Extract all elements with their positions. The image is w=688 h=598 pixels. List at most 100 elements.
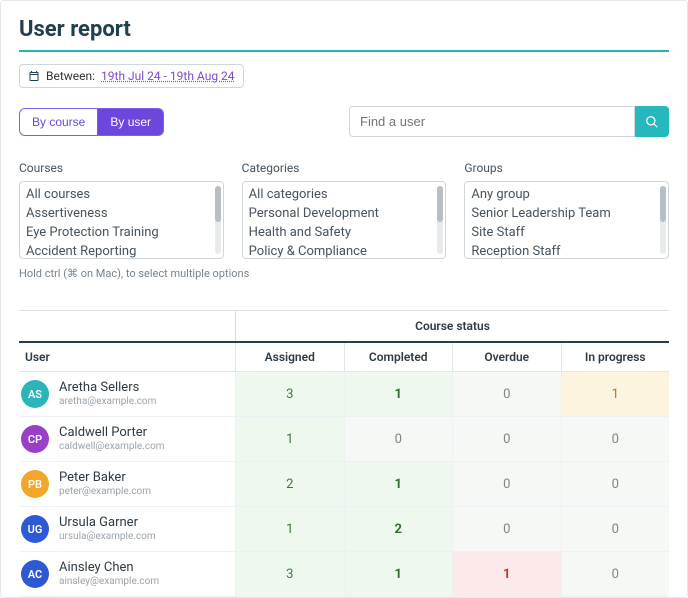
tab-by-user[interactable]: By user bbox=[98, 108, 164, 136]
filter-groups: Groups Any group Senior Leadership Team … bbox=[464, 161, 669, 259]
avatar: UG bbox=[21, 515, 49, 543]
user-cell: AS Aretha Sellersaretha@example.com bbox=[19, 372, 235, 416]
user-name: Ainsley Chen bbox=[59, 561, 159, 576]
avatar: CP bbox=[21, 425, 49, 453]
user-info: Caldwell Portercaldwell@example.com bbox=[59, 426, 165, 452]
user-name: Aretha Sellers bbox=[59, 381, 156, 396]
cell-assigned: 3 bbox=[235, 552, 344, 596]
user-cell: AC Ainsley Chenainsley@example.com bbox=[19, 552, 235, 596]
cell-overdue: 1 bbox=[452, 552, 561, 596]
table-row[interactable]: UGUrsula Garnerursula@example.com1200 bbox=[19, 507, 669, 552]
list-item[interactable]: Health and Safety bbox=[249, 224, 440, 243]
multiselect-hint: Hold ctrl (⌘ on Mac), to select multiple… bbox=[19, 267, 669, 280]
user-cell: PB Peter Bakerpeter@example.com bbox=[19, 462, 235, 506]
cell-assigned: 1 bbox=[235, 507, 344, 551]
col-assigned[interactable]: Assigned bbox=[235, 343, 344, 371]
cell-completed: 1 bbox=[344, 372, 453, 416]
search-icon bbox=[645, 115, 659, 129]
cell-in-progress: 0 bbox=[561, 507, 670, 551]
list-item[interactable]: Eye Protection Training bbox=[26, 224, 217, 243]
scrollbar-thumb[interactable] bbox=[660, 186, 666, 222]
cell-assigned: 3 bbox=[235, 372, 344, 416]
calendar-icon bbox=[28, 70, 40, 82]
cell-completed: 1 bbox=[344, 552, 453, 596]
date-range-pill[interactable]: Between: 19th Jul 24 - 19th Aug 24 bbox=[19, 64, 244, 88]
scrollbar-thumb[interactable] bbox=[437, 186, 443, 222]
list-item[interactable]: Any group bbox=[471, 186, 662, 205]
user-email: aretha@example.com bbox=[59, 396, 156, 408]
cell-overdue: 0 bbox=[452, 462, 561, 506]
cell-in-progress: 0 bbox=[561, 417, 670, 461]
user-name: Caldwell Porter bbox=[59, 426, 165, 441]
tab-by-course[interactable]: By course bbox=[19, 108, 98, 136]
table-row[interactable]: ASAretha Sellersaretha@example.com3101 bbox=[19, 372, 669, 417]
courses-listbox[interactable]: All courses Assertiveness Eye Protection… bbox=[19, 181, 224, 259]
filter-categories: Categories All categories Personal Devel… bbox=[242, 161, 447, 259]
filter-label: Courses bbox=[19, 161, 224, 175]
user-email: caldwell@example.com bbox=[59, 441, 165, 453]
avatar: AC bbox=[21, 560, 49, 588]
filter-label: Groups bbox=[464, 161, 669, 175]
date-prefix: Between: bbox=[46, 69, 95, 83]
table-header-cols: User Assigned Completed Overdue In progr… bbox=[19, 341, 669, 372]
list-item[interactable]: Site Staff bbox=[471, 224, 662, 243]
cell-completed: 0 bbox=[344, 417, 453, 461]
user-email: ursula@example.com bbox=[59, 531, 156, 543]
toolbar: By course By user bbox=[19, 106, 669, 137]
user-name: Peter Baker bbox=[59, 471, 151, 486]
scrollbar-thumb[interactable] bbox=[215, 186, 221, 222]
col-completed[interactable]: Completed bbox=[344, 343, 453, 371]
cell-completed: 1 bbox=[344, 462, 453, 506]
user-cell: CP Caldwell Portercaldwell@example.com bbox=[19, 417, 235, 461]
categories-listbox[interactable]: All categories Personal Development Heal… bbox=[242, 181, 447, 259]
page-title: User report bbox=[19, 17, 669, 52]
table-row[interactable]: ACAinsley Chenainsley@example.com3110 bbox=[19, 552, 669, 597]
cell-overdue: 0 bbox=[452, 507, 561, 551]
user-info: Ursula Garnerursula@example.com bbox=[59, 516, 156, 542]
avatar: PB bbox=[21, 470, 49, 498]
user-info: Ainsley Chenainsley@example.com bbox=[59, 561, 159, 587]
filter-label: Categories bbox=[242, 161, 447, 175]
list-item[interactable]: Senior Leadership Team bbox=[471, 205, 662, 224]
search-wrap bbox=[349, 106, 669, 137]
table-row[interactable]: CPCaldwell Portercaldwell@example.com100… bbox=[19, 417, 669, 462]
report-container: User report Between: 19th Jul 24 - 19th … bbox=[0, 0, 688, 598]
user-info: Peter Bakerpeter@example.com bbox=[59, 471, 151, 497]
results-table: Course status User Assigned Completed Ov… bbox=[19, 310, 669, 597]
list-item[interactable]: All categories bbox=[249, 186, 440, 205]
cell-completed: 2 bbox=[344, 507, 453, 551]
cell-in-progress: 0 bbox=[561, 462, 670, 506]
search-button[interactable] bbox=[635, 106, 669, 137]
cell-in-progress: 1 bbox=[561, 372, 670, 416]
view-toggle: By course By user bbox=[19, 108, 164, 136]
list-item[interactable]: Assertiveness bbox=[26, 205, 217, 224]
avatar: AS bbox=[21, 380, 49, 408]
list-item[interactable]: Personal Development bbox=[249, 205, 440, 224]
status-header: Course status bbox=[235, 311, 669, 341]
filter-courses: Courses All courses Assertiveness Eye Pr… bbox=[19, 161, 224, 259]
table-body: ASAretha Sellersaretha@example.com3101CP… bbox=[19, 372, 669, 597]
list-item[interactable]: Policy & Compliance bbox=[249, 243, 440, 259]
cell-in-progress: 0 bbox=[561, 552, 670, 596]
search-input[interactable] bbox=[349, 106, 635, 137]
table-header-group: Course status bbox=[19, 311, 669, 341]
col-in-progress[interactable]: In progress bbox=[561, 343, 670, 371]
cell-overdue: 0 bbox=[452, 417, 561, 461]
user-cell: UG Ursula Garnerursula@example.com bbox=[19, 507, 235, 551]
user-email: peter@example.com bbox=[59, 486, 151, 498]
list-item[interactable]: All courses bbox=[26, 186, 217, 205]
groups-listbox[interactable]: Any group Senior Leadership Team Site St… bbox=[464, 181, 669, 259]
list-item[interactable]: Accident Reporting bbox=[26, 243, 217, 259]
col-user[interactable]: User bbox=[19, 343, 235, 371]
date-filter-row: Between: 19th Jul 24 - 19th Aug 24 bbox=[19, 64, 669, 88]
date-range-link[interactable]: 19th Jul 24 - 19th Aug 24 bbox=[101, 69, 234, 83]
list-item[interactable]: Reception Staff bbox=[471, 243, 662, 259]
cell-assigned: 1 bbox=[235, 417, 344, 461]
cell-assigned: 2 bbox=[235, 462, 344, 506]
cell-overdue: 0 bbox=[452, 372, 561, 416]
user-info: Aretha Sellersaretha@example.com bbox=[59, 381, 156, 407]
user-name: Ursula Garner bbox=[59, 516, 156, 531]
table-row[interactable]: PBPeter Bakerpeter@example.com2100 bbox=[19, 462, 669, 507]
col-overdue[interactable]: Overdue bbox=[452, 343, 561, 371]
user-email: ainsley@example.com bbox=[59, 576, 159, 588]
